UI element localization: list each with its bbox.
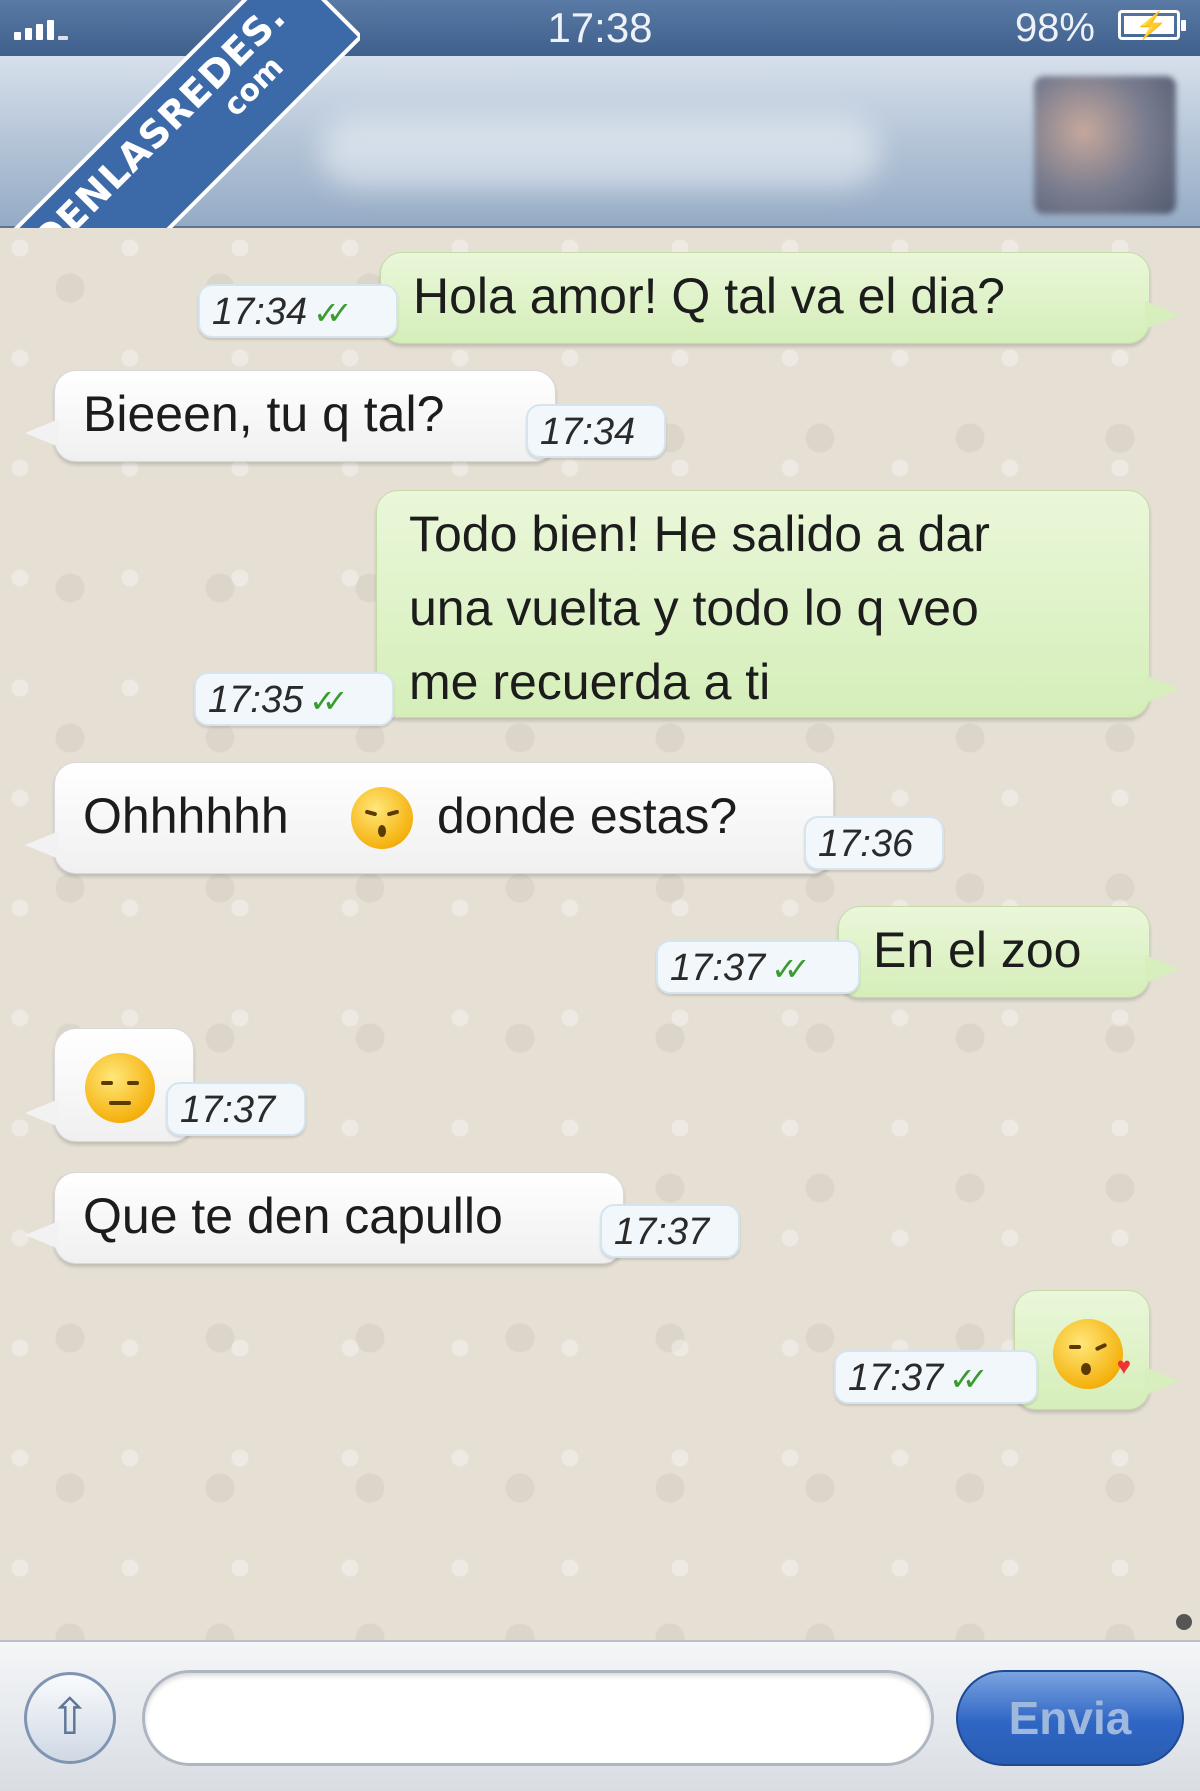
message-text: una vuelta y todo lo q veo (409, 580, 979, 636)
message-text: Hola amor! Q tal va el dia? (413, 268, 1005, 324)
arrow-up-icon: ⇧ (49, 1688, 91, 1746)
unamused-face-emoji (85, 1053, 155, 1123)
message-timestamp: 17:37 (166, 1082, 306, 1136)
face-blowing-kiss-emoji: ♥ (1053, 1319, 1131, 1389)
message-timestamp: 17:34 (526, 404, 666, 458)
kissing-face-emoji (351, 787, 413, 849)
double-check-icon: ✓✓ (949, 1360, 988, 1398)
message-timestamp: 17:34 ✓✓ (198, 284, 398, 338)
message-text: me recuerda a ti (409, 654, 771, 710)
message-outgoing[interactable]: Hola amor! Q tal va el dia? (380, 252, 1179, 344)
battery-percent: 98% (1014, 6, 1095, 50)
double-check-icon: ✓✓ (771, 950, 810, 988)
message-text: Bieeen, tu q tal? (83, 386, 445, 442)
message-timestamp: 17:37 (600, 1204, 740, 1258)
message-incoming[interactable]: Ohhhhhh donde estas? (25, 762, 834, 874)
message-timestamp: 17:35 ✓✓ (194, 672, 394, 726)
message-timestamp: 17:37 ✓✓ (834, 1350, 1038, 1404)
message-outgoing[interactable]: Todo bien! He salido a dar una vuelta y … (376, 490, 1179, 718)
message-text: Ohhhhhh (83, 788, 289, 844)
battery-icon: ⚡ (1118, 10, 1186, 40)
compose-bar: ⇧ Envia (0, 1640, 1200, 1791)
message-outgoing[interactable]: En el zoo (838, 906, 1179, 998)
message-input[interactable] (142, 1670, 934, 1766)
message-text: Todo bien! He salido a dar (409, 506, 990, 562)
contact-name-blurred[interactable] (320, 116, 880, 188)
double-check-icon: ✓✓ (313, 294, 352, 332)
message-incoming[interactable]: Bieeen, tu q tal? (25, 370, 556, 462)
double-check-icon: ✓✓ (309, 682, 348, 720)
contact-avatar[interactable] (1034, 76, 1176, 214)
message-text: donde estas? (437, 788, 738, 844)
message-text: Que te den capullo (83, 1188, 503, 1244)
attach-button[interactable]: ⇧ (24, 1672, 116, 1764)
message-timestamp: 17:37 ✓✓ (656, 940, 860, 994)
send-button[interactable]: Envia (956, 1670, 1184, 1766)
scroll-indicator (1176, 1614, 1192, 1630)
chat-area[interactable]: Hola amor! Q tal va el dia? 17:34 ✓✓ Biee… (0, 228, 1200, 1640)
message-text: En el zoo (873, 922, 1082, 978)
message-incoming[interactable]: Que te den capullo (25, 1172, 624, 1264)
message-timestamp: 17:36 (804, 816, 944, 870)
